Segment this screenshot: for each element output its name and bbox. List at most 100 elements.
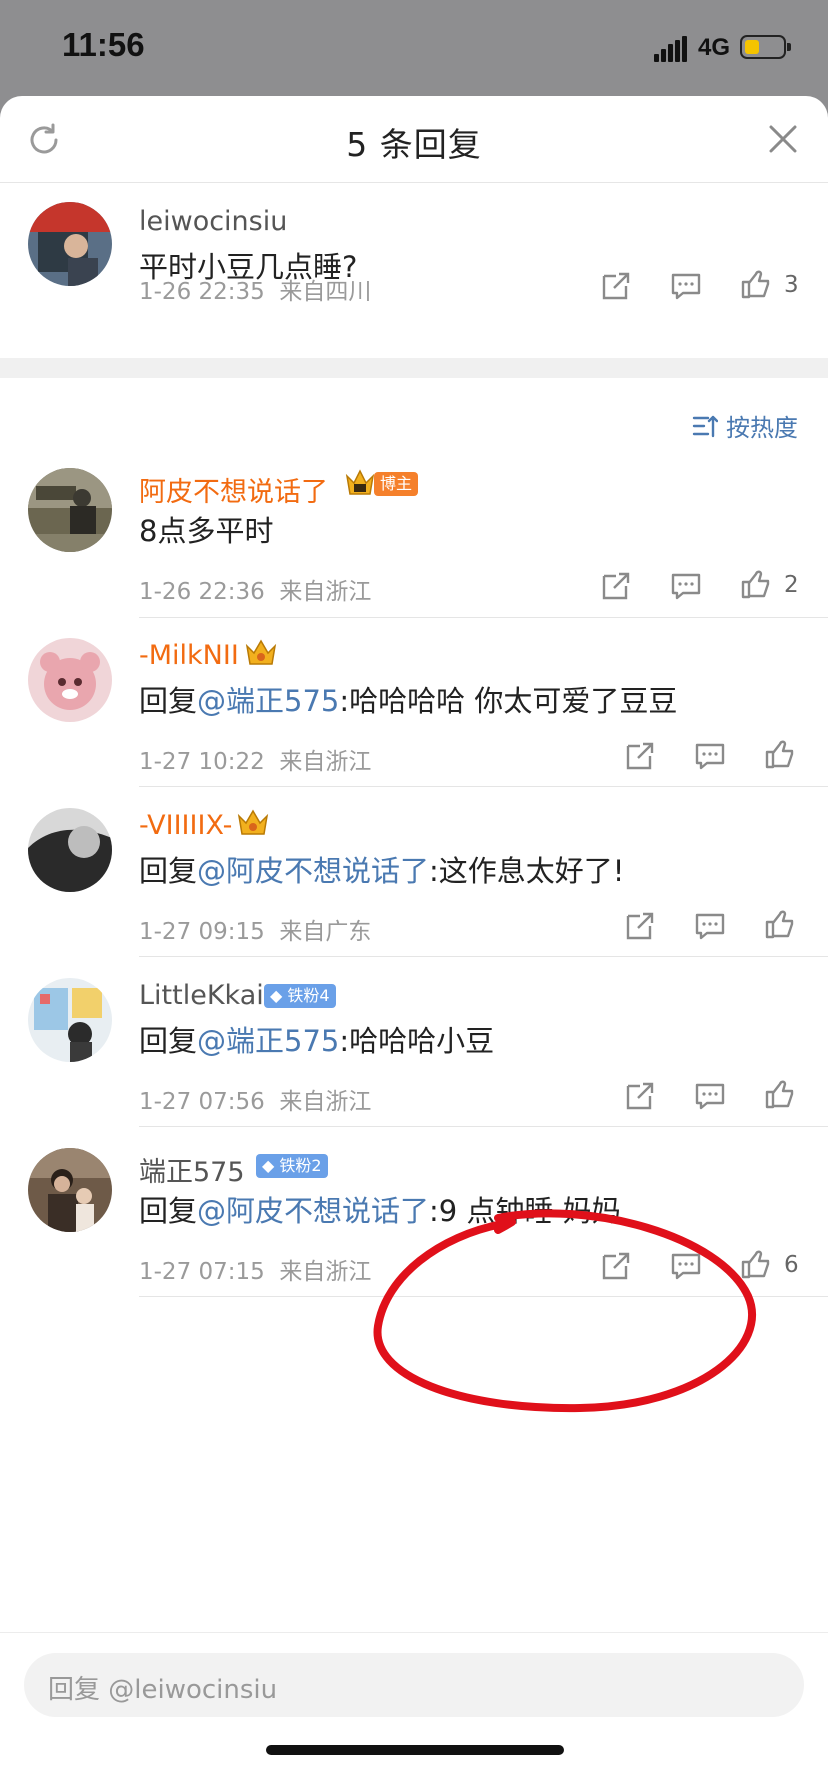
reply-username[interactable]: 端正575 (139, 1150, 245, 1189)
reply-mention[interactable]: @阿皮不想说话了 (197, 1194, 429, 1228)
reply-text: 8点多平时 (139, 514, 274, 548)
reply-text: 回复@阿皮不想说话了:这作息太好了! (139, 848, 624, 890)
like-icon[interactable] (764, 908, 796, 940)
reply-bar: 回复 @leiwocinsiu (0, 1632, 828, 1792)
reply-prefix: 回复 (139, 1024, 198, 1058)
like-icon[interactable] (740, 1248, 772, 1280)
like-count: 6 (784, 1252, 799, 1278)
share-icon[interactable] (624, 740, 656, 772)
fan-badge: ◆ 铁粉4 (264, 984, 336, 1008)
replies-sheet: 5 条回复 leiwocinsiu 平时小豆几点睡? 1-26 22:35 来自… (0, 96, 828, 1792)
sheet-header: 5 条回复 (0, 96, 828, 183)
reply-meta: 1-27 07:56 来自浙江 (139, 1082, 371, 1116)
fan-badge-label: 铁粉4 (287, 986, 330, 1005)
reply-mention[interactable]: @端正575 (197, 684, 339, 718)
reply-username[interactable]: -VIIIIIX- (139, 810, 232, 841)
comment-location: 来自四川 (279, 279, 372, 305)
reply-location: 来自广东 (279, 919, 372, 945)
reply-location: 来自浙江 (279, 1089, 372, 1115)
reply-meta: 1-27 10:22 来自浙江 (139, 742, 371, 776)
avatar[interactable] (28, 468, 112, 552)
reply-timestamp: 1-27 07:56 (139, 1089, 265, 1115)
reply-mention[interactable]: @端正575 (197, 1024, 339, 1058)
share-icon[interactable] (624, 910, 656, 942)
reply-timestamp: 1-27 10:22 (139, 749, 265, 775)
reply-text: 回复@阿皮不想说话了:9 点钟睡 妈妈 (139, 1188, 621, 1230)
signal-icon (654, 36, 688, 62)
reply-location: 来自浙江 (279, 749, 372, 775)
reply-timestamp: 1-26 22:36 (139, 579, 265, 605)
reply-username[interactable]: -MilkNII (139, 640, 239, 671)
crown-icon (345, 469, 375, 495)
sort-label: 按热度 (726, 414, 798, 442)
avatar[interactable] (28, 978, 112, 1062)
reply-mention[interactable]: @阿皮不想说话了 (197, 854, 429, 888)
divider (139, 617, 828, 618)
comment-timestamp: 1-26 22:35 (139, 279, 265, 305)
reply-body: :哈哈哈哈 你太可爱了豆豆 (339, 684, 678, 718)
crown-icon (245, 639, 277, 665)
blogger-badge: 博主 (374, 472, 419, 496)
comment-time: 1-26 22:35 来自四川 (139, 272, 371, 306)
comment-icon[interactable] (670, 1250, 702, 1282)
reply-location: 来自浙江 (279, 579, 372, 605)
comment-icon[interactable] (670, 570, 702, 602)
reply-location: 来自浙江 (279, 1259, 372, 1285)
avatar[interactable] (28, 638, 112, 722)
comment-username[interactable]: leiwocinsiu (139, 206, 287, 237)
reply-meta: 1-27 07:15 来自浙江 (139, 1252, 371, 1286)
divider (139, 956, 828, 957)
share-icon[interactable] (600, 270, 632, 302)
like-icon[interactable] (764, 738, 796, 770)
reply-text: 回复@端正575:哈哈哈小豆 (139, 1018, 494, 1060)
divider (139, 786, 828, 787)
reply-username[interactable]: 阿皮不想说话了 (139, 470, 328, 509)
network-label: 4G (698, 34, 731, 61)
like-icon[interactable] (740, 268, 772, 300)
like-count: 2 (784, 572, 799, 598)
main-comment: leiwocinsiu 平时小豆几点睡? (0, 182, 828, 358)
share-icon[interactable] (600, 1250, 632, 1282)
like-icon[interactable] (740, 568, 772, 600)
avatar[interactable] (28, 808, 112, 892)
reply-text: 回复@端正575:哈哈哈哈 你太可爱了豆豆 (139, 678, 677, 720)
sort-button[interactable]: 按热度 (692, 408, 798, 443)
reply-body: :这作息太好了! (429, 854, 625, 888)
share-icon[interactable] (624, 1080, 656, 1112)
reply-prefix: 回复 (139, 684, 198, 718)
avatar[interactable] (28, 1148, 112, 1232)
reply-timestamp: 1-27 09:15 (139, 919, 265, 945)
reply-body: :9 点钟睡 妈妈 (429, 1194, 621, 1228)
reply-timestamp: 1-27 07:15 (139, 1259, 265, 1285)
status-time: 11:56 (62, 26, 145, 63)
sheet-title: 5 条回复 (346, 125, 482, 164)
divider (139, 1126, 828, 1127)
reply-meta: 1-26 22:36 来自浙江 (139, 572, 371, 606)
reply-input[interactable]: 回复 @leiwocinsiu (24, 1653, 804, 1717)
avatar[interactable] (28, 202, 112, 286)
divider (139, 1296, 828, 1297)
sort-icon (692, 415, 718, 437)
like-count: 3 (784, 272, 799, 298)
fan-badge: ◆ 铁粉2 (256, 1154, 328, 1178)
home-indicator (266, 1745, 564, 1755)
crown-icon (237, 809, 269, 835)
share-icon[interactable] (600, 570, 632, 602)
reply-input-placeholder: 回复 @leiwocinsiu (48, 1675, 278, 1705)
like-icon[interactable] (764, 1078, 796, 1110)
battery-icon (740, 35, 791, 59)
red-circle-annotation (373, 1209, 757, 1413)
comment-icon[interactable] (694, 910, 726, 942)
reply-body: :哈哈哈小豆 (339, 1024, 495, 1058)
reply-meta: 1-27 09:15 来自广东 (139, 912, 371, 946)
reply-prefix: 回复 (139, 854, 198, 888)
section-divider (0, 358, 828, 378)
reply-username[interactable]: LittleKkai (139, 980, 264, 1011)
status-bar: 11:56 4G (0, 0, 828, 96)
comment-icon[interactable] (694, 740, 726, 772)
comment-icon[interactable] (694, 1080, 726, 1112)
comment-icon[interactable] (670, 270, 702, 302)
reply-prefix: 回复 (139, 1194, 198, 1228)
close-icon[interactable] (766, 122, 800, 156)
fan-badge-label: 铁粉2 (279, 1156, 322, 1175)
